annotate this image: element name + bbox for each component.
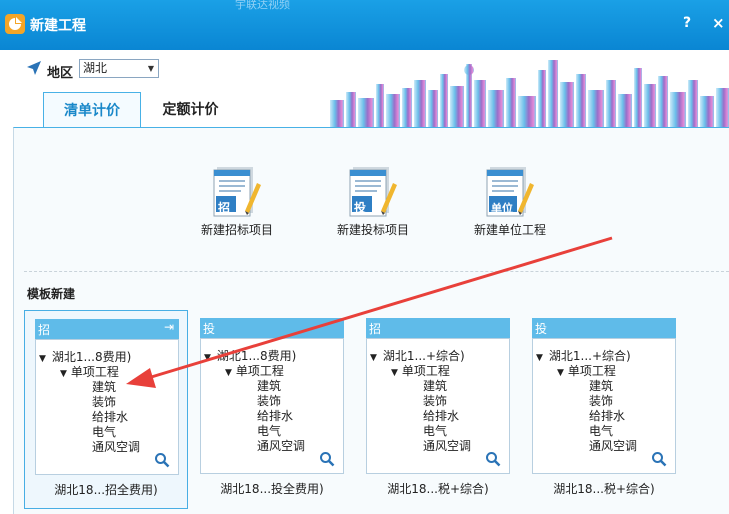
tree-leaf[interactable]: 通风空调 — [257, 437, 305, 454]
expand-icon[interactable]: ▼ — [39, 354, 46, 364]
tender-document-icon: 投 — [347, 163, 399, 221]
template-type-tag: 投 — [535, 322, 548, 336]
help-button[interactable]: ? — [683, 15, 691, 31]
template-tree: ▼ 湖北1...+综合) ▼ 单项工程 建筑 装饰 给排水 电气 通风空调 — [532, 338, 676, 474]
template-section-title: 模板新建 — [27, 287, 76, 301]
magnifier-icon[interactable] — [651, 451, 667, 467]
bid-document-icon: 招 — [211, 163, 263, 221]
unit-badge: 单位 — [491, 202, 513, 215]
header-area: 地区 湖北 ▼ 清单计价 定额计价 — [0, 50, 729, 128]
template-tree: ▼ 湖北1...+综合) ▼ 单项工程 建筑 装饰 给排水 电气 通风空调 — [366, 338, 510, 474]
template-type-tag: 招 — [369, 322, 382, 336]
region-label: 地区 — [47, 66, 74, 81]
new-bid-project-button[interactable]: 招 新建招标项目 — [172, 163, 302, 238]
template-type-tag: 招 — [38, 323, 51, 337]
expand-icon[interactable]: ▼ — [204, 353, 211, 363]
region-select[interactable]: 湖北 ▼ — [79, 59, 159, 78]
window-title: 新建工程 — [30, 18, 86, 34]
region-value: 湖北 — [83, 61, 108, 75]
expand-icon[interactable]: ▼ — [370, 353, 377, 363]
unit-document-icon: 单位 — [484, 163, 536, 221]
dropdown-arrow-icon: ▼ — [147, 64, 154, 73]
bid-badge: 招 — [218, 201, 231, 215]
template-card[interactable]: 投 ▼ 湖北1...8费用) ▼ 单项工程 建筑 装饰 给排水 电气 通风空调湖北18...投全费… — [190, 310, 354, 509]
divider — [24, 271, 729, 272]
magnifier-icon[interactable] — [154, 452, 170, 468]
template-name: 湖北18...招全费用) — [54, 483, 158, 497]
expand-icon[interactable]: ▼ — [391, 368, 398, 378]
background-window-text: 宇联达视频 — [235, 0, 290, 11]
title-bar: 宇联达视频 新建工程 ? × — [0, 0, 729, 50]
new-tender-project-button[interactable]: 投 新建投标项目 — [308, 163, 438, 238]
tab-quota-pricing[interactable]: 定额计价 — [148, 92, 233, 128]
template-name: 湖北18...税+综合) — [553, 482, 655, 496]
expand-icon[interactable]: ▼ — [225, 368, 232, 378]
template-card-header: 投 — [532, 318, 676, 338]
template-tree: ▼ 湖北1...8费用) ▼ 单项工程 建筑 装饰 给排水 电气 通风空调 — [200, 338, 344, 474]
template-type-tag: 投 — [203, 322, 216, 336]
tender-badge: 投 — [354, 201, 367, 215]
expand-icon[interactable]: ▼ — [536, 353, 543, 363]
template-card[interactable]: 投 ▼ 湖北1...+综合) ▼ 单项工程 建筑 装饰 给排水 电气 通风空调湖北18...税+综… — [522, 310, 686, 509]
expand-icon[interactable]: ▼ — [557, 368, 564, 378]
template-name: 湖北18...投全费用) — [220, 482, 324, 496]
magnifier-icon[interactable] — [319, 451, 335, 467]
new-unit-project-label: 新建单位工程 — [473, 223, 546, 237]
template-card-header: 投 — [200, 318, 344, 338]
template-card[interactable]: 招 ▼ 湖北1...+综合) ▼ 单项工程 建筑 装饰 给排水 电气 通风空调湖北18...税+综… — [356, 310, 520, 509]
expand-icon[interactable]: ▼ — [60, 369, 67, 379]
template-tree: ▼ 湖北1...8费用) ▼ 单项工程 建筑 装饰 给排水 电气 通风空调 — [35, 339, 179, 475]
new-tender-project-label: 新建投标项目 — [336, 223, 409, 237]
pin-icon[interactable]: ⇥ — [164, 320, 174, 334]
new-unit-project-button[interactable]: 单位 新建单位工程 — [445, 163, 575, 238]
tree-leaf[interactable]: 通风空调 — [423, 437, 471, 454]
close-button[interactable]: × — [712, 14, 725, 32]
magnifier-icon[interactable] — [485, 451, 501, 467]
tree-leaf[interactable]: 通风空调 — [589, 437, 637, 454]
app-logo-icon — [5, 14, 25, 34]
template-card[interactable]: 招 ⇥ ▼ 湖北1...8费用) ▼ 单项工程 建筑 装饰 给排水 电气 通风空调 湖北18...招全… — [24, 310, 188, 509]
tree-leaf[interactable]: 通风空调 — [92, 438, 140, 455]
new-bid-project-label: 新建招标项目 — [200, 223, 273, 237]
template-card-header: 招 — [366, 318, 510, 338]
location-arrow-icon — [27, 61, 41, 75]
tab-bill-pricing[interactable]: 清单计价 — [43, 92, 141, 128]
template-name: 湖北18...税+综合) — [387, 482, 489, 496]
template-card-header: 招 ⇥ — [35, 319, 179, 339]
